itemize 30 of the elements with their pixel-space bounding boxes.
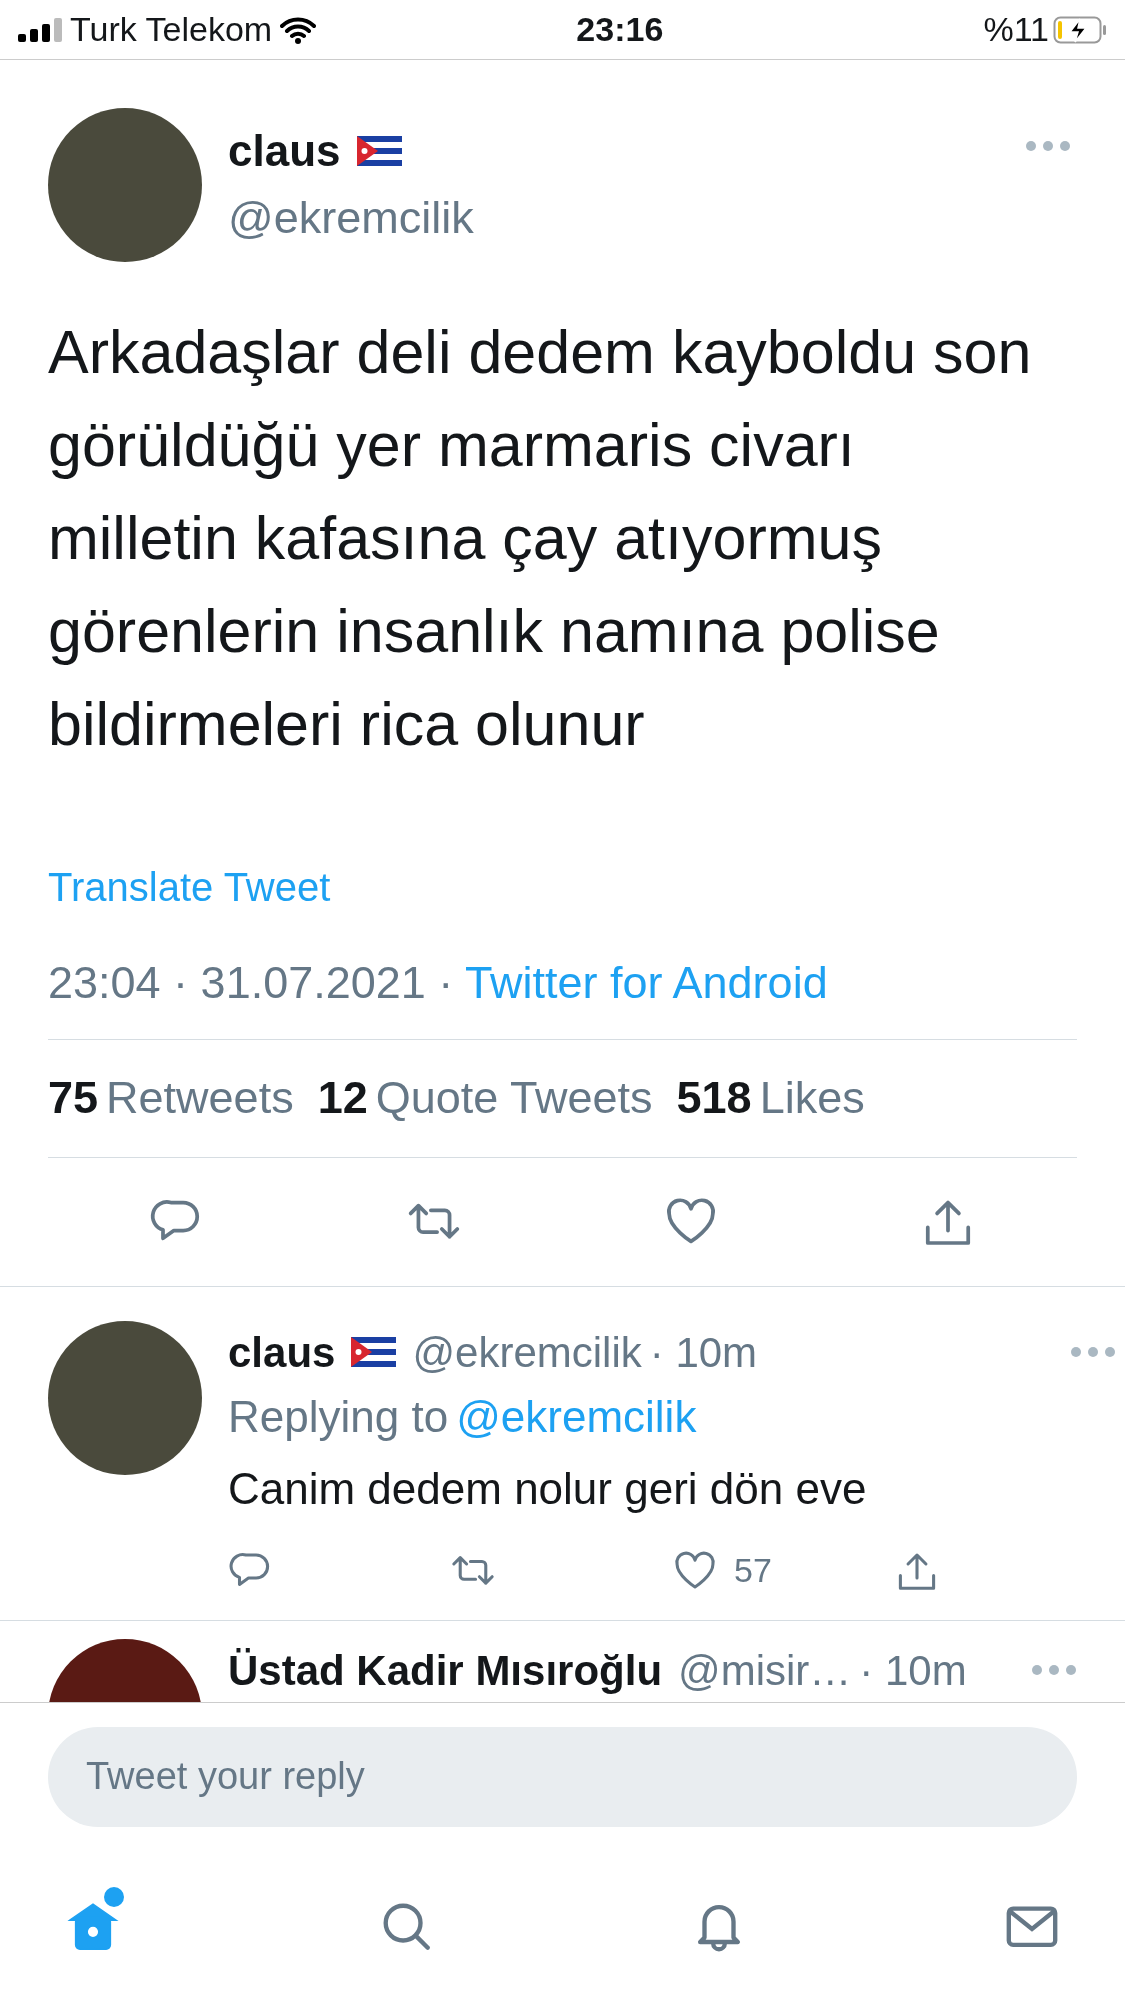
stat-label: Likes <box>759 1071 865 1126</box>
stat-label: Retweets <box>106 1071 294 1126</box>
stat-count: 75 <box>48 1071 99 1126</box>
stat-count: 12 <box>317 1071 368 1126</box>
user-handle[interactable]: @ekremcilik <box>228 184 1025 252</box>
like-count: 57 <box>734 1550 772 1591</box>
source-link[interactable]: Twitter for Android <box>465 957 828 1008</box>
tweet-timestamp: 23:04 · 31.07.2021 · <box>48 957 455 1008</box>
signal-icon <box>18 17 62 42</box>
stat-label: Quote Tweets <box>375 1071 653 1126</box>
stat-count: 518 <box>676 1071 752 1126</box>
translate-link[interactable]: Translate Tweet <box>48 857 331 917</box>
user-handle[interactable]: @misir… <box>678 1638 852 1702</box>
battery-icon <box>1053 15 1107 44</box>
reply-time: · 10m <box>859 1645 967 1696</box>
wifi-icon <box>280 15 317 44</box>
user-handle[interactable]: @ekremcilik <box>412 1320 642 1384</box>
user-name[interactable]: Üstad Kadir Mısıroğlu <box>228 1638 663 1702</box>
battery-percent: %11 <box>983 9 1049 50</box>
user-name[interactable]: claus <box>228 1320 336 1384</box>
flag-icon <box>356 136 402 167</box>
reply-field[interactable]: Tweet your reply <box>48 1726 1077 1827</box>
user-name[interactable]: claus <box>228 118 341 185</box>
reply-text: Canim dedem nolur geri dön eve <box>228 1462 868 1515</box>
clock-time: 23:16 <box>576 9 664 50</box>
mention-link[interactable]: @ekremcilik <box>456 1387 697 1446</box>
tweet-text: Arkadaşlar deli dedem kayboldu son görüldüğü yer marmaris civarı milletin kafasına çay atıyormuş görenlerin insanlık namına polise bildirmeleri rica olunur <box>48 317 1033 760</box>
reply-time: · 10m <box>649 1327 758 1378</box>
carrier-name: Turk Telekom <box>70 9 273 50</box>
replying-label: Replying to <box>228 1390 449 1443</box>
